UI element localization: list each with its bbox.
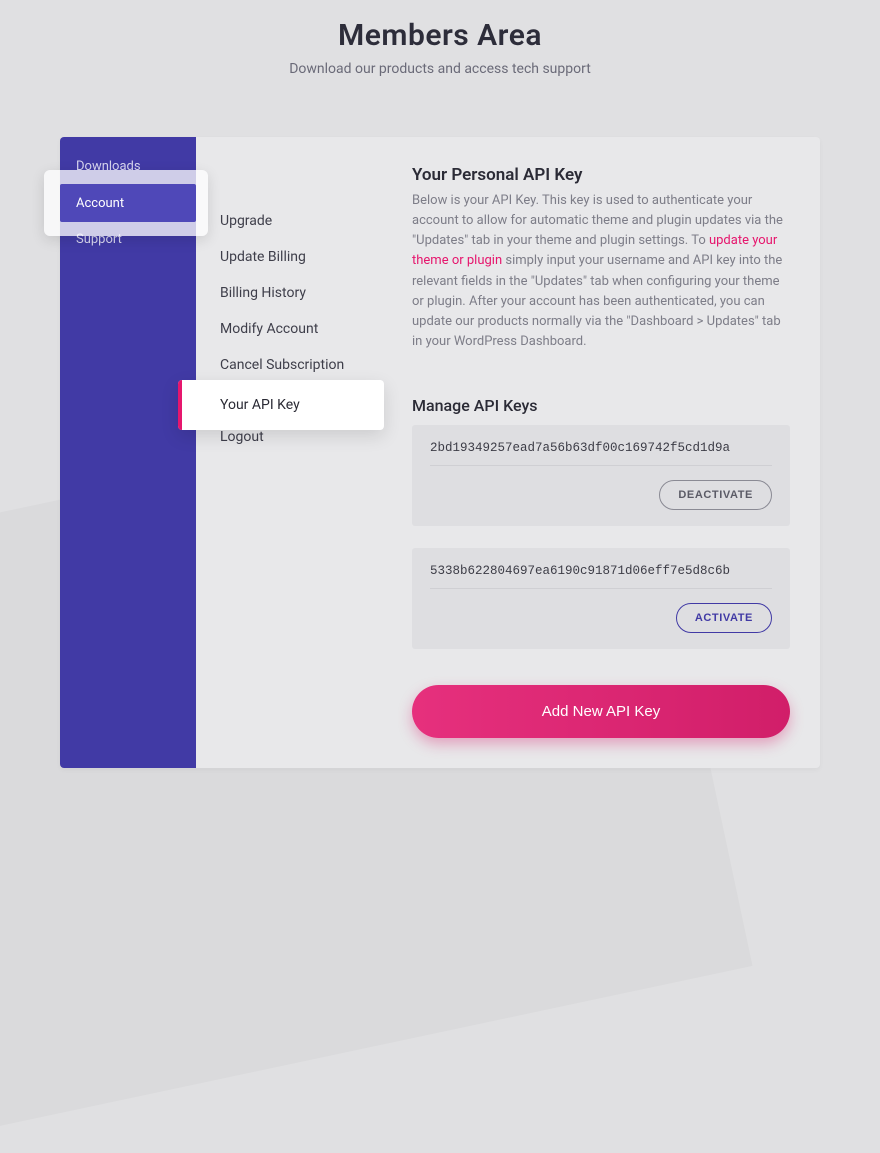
sidebar: Downloads Support Account: [60, 137, 196, 768]
api-key-actions: DEACTIVATE: [430, 480, 772, 510]
sidebar-item-support[interactable]: Support: [60, 222, 196, 257]
submenu-item-upgrade[interactable]: Upgrade: [220, 203, 382, 239]
submenu: Upgrade Update Billing Billing History M…: [196, 137, 382, 768]
activate-button[interactable]: ACTIVATE: [676, 603, 772, 633]
api-key-card: 5338b622804697ea6190c91871d06eff7e5d8c6b…: [412, 548, 790, 649]
submenu-item-your-api-key[interactable]: Your API Key: [178, 380, 384, 430]
content-description: Below is your API Key. This key is used …: [412, 191, 790, 352]
api-key-value: 2bd19349257ead7a56b63df00c169742f5cd1d9a: [430, 441, 772, 466]
submenu-item-cancel-subscription[interactable]: Cancel Subscription: [220, 347, 382, 383]
api-key-card: 2bd19349257ead7a56b63df00c169742f5cd1d9a…: [412, 425, 790, 526]
api-key-actions: ACTIVATE: [430, 603, 772, 633]
submenu-item-modify-account[interactable]: Modify Account: [220, 311, 382, 347]
api-key-value: 5338b622804697ea6190c91871d06eff7e5d8c6b: [430, 564, 772, 589]
submenu-active-label: Your API Key: [182, 397, 300, 413]
submenu-item-update-billing[interactable]: Update Billing: [220, 239, 382, 275]
page-subtitle: Download our products and access tech su…: [0, 61, 880, 77]
deactivate-button[interactable]: DEACTIVATE: [659, 480, 772, 510]
page-header: Members Area Download our products and a…: [0, 0, 880, 77]
manage-keys-title: Manage API Keys: [412, 396, 790, 415]
sidebar-item-downloads[interactable]: Downloads: [60, 149, 196, 184]
add-new-api-key-button[interactable]: Add New API Key: [412, 685, 790, 738]
page-title: Members Area: [0, 18, 880, 53]
submenu-item-billing-history[interactable]: Billing History: [220, 275, 382, 311]
sidebar-spacer: [60, 184, 196, 222]
content-title: Your Personal API Key: [412, 165, 790, 185]
main-panel: Downloads Support Account Upgrade Update…: [60, 137, 820, 768]
content-area: Your Personal API Key Below is your API …: [382, 137, 820, 768]
